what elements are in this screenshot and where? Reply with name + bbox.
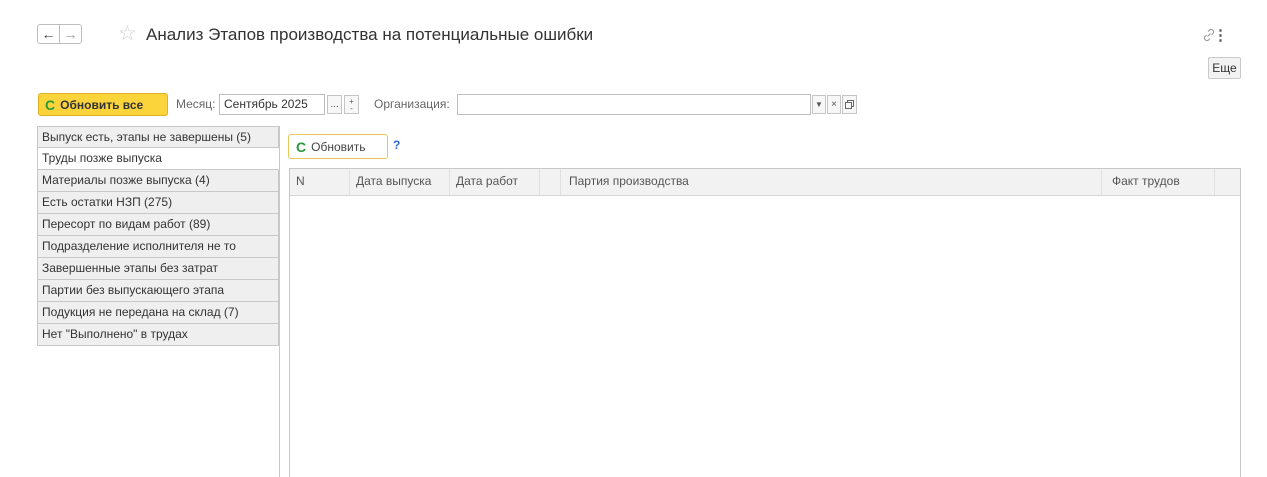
check-item[interactable]: Подукция не передана на склад (7) xyxy=(37,302,279,324)
column-header-blank[interactable] xyxy=(540,169,561,195)
forward-button[interactable]: → xyxy=(59,24,82,44)
page-title: Анализ Этапов производства на потенциаль… xyxy=(146,25,594,44)
month-stepper[interactable]: + - xyxy=(344,95,359,114)
check-item[interactable]: Выпуск есть, этапы не завершены (5) xyxy=(37,126,279,148)
check-item[interactable]: Нет "Выполнено" в трудах xyxy=(37,324,279,346)
back-button[interactable]: ← xyxy=(37,24,60,44)
org-field[interactable] xyxy=(457,94,811,115)
checks-list: Выпуск есть, этапы не завершены (5) Труды… xyxy=(37,126,279,346)
arrow-right-icon: → xyxy=(63,26,78,42)
results-table: N Дата выпуска Дата работ Партия произво… xyxy=(289,168,1241,477)
clear-icon[interactable]: × xyxy=(827,95,841,114)
list-divider xyxy=(279,126,280,477)
stepper-down-icon[interactable]: - xyxy=(350,104,353,112)
check-item[interactable]: Пересорт по видам работ (89) xyxy=(37,214,279,236)
month-label: Месяц: xyxy=(176,97,216,111)
refresh-icon: C xyxy=(45,96,56,113)
refresh-button[interactable]: C Обновить xyxy=(288,134,388,159)
check-item[interactable]: Труды позже выпуска xyxy=(37,148,279,170)
column-header-batch[interactable]: Партия производства xyxy=(561,169,1102,195)
open-icon[interactable] xyxy=(842,95,857,114)
check-item[interactable]: Завершенные этапы без затрат xyxy=(37,258,279,280)
refresh-all-button[interactable]: C Обновить все xyxy=(38,93,168,116)
dropdown-arrow-icon[interactable]: ▼ xyxy=(812,95,826,114)
refresh-all-label: Обновить все xyxy=(60,97,144,112)
arrow-left-icon: ← xyxy=(41,26,56,42)
column-header-work-date[interactable]: Дата работ xyxy=(450,169,540,195)
check-item[interactable]: Есть остатки НЗП (275) xyxy=(37,192,279,214)
month-select-button[interactable]: ... xyxy=(327,95,342,114)
help-icon[interactable]: ? xyxy=(393,138,400,152)
more-menu-icon[interactable]: ⋮ xyxy=(1213,26,1228,44)
favorite-star-icon[interactable]: ☆ xyxy=(118,23,137,44)
refresh-icon: C xyxy=(296,138,307,155)
more-button[interactable]: Еще xyxy=(1208,57,1241,79)
table-header: N Дата выпуска Дата работ Партия произво… xyxy=(290,169,1240,196)
check-item[interactable]: Подразделение исполнителя не то xyxy=(37,236,279,258)
refresh-label: Обновить xyxy=(311,139,366,154)
column-header-labor[interactable]: Факт трудов xyxy=(1102,169,1215,195)
column-header-extra[interactable] xyxy=(1215,169,1240,195)
check-item[interactable]: Партии без выпускающего этапа xyxy=(37,280,279,302)
month-field[interactable]: Сентябрь 2025 xyxy=(219,94,325,115)
check-item[interactable]: Материалы позже выпуска (4) xyxy=(37,170,279,192)
org-label: Организация: xyxy=(374,97,450,111)
column-header-release-date[interactable]: Дата выпуска xyxy=(350,169,450,195)
column-header-n[interactable]: N xyxy=(290,169,350,195)
